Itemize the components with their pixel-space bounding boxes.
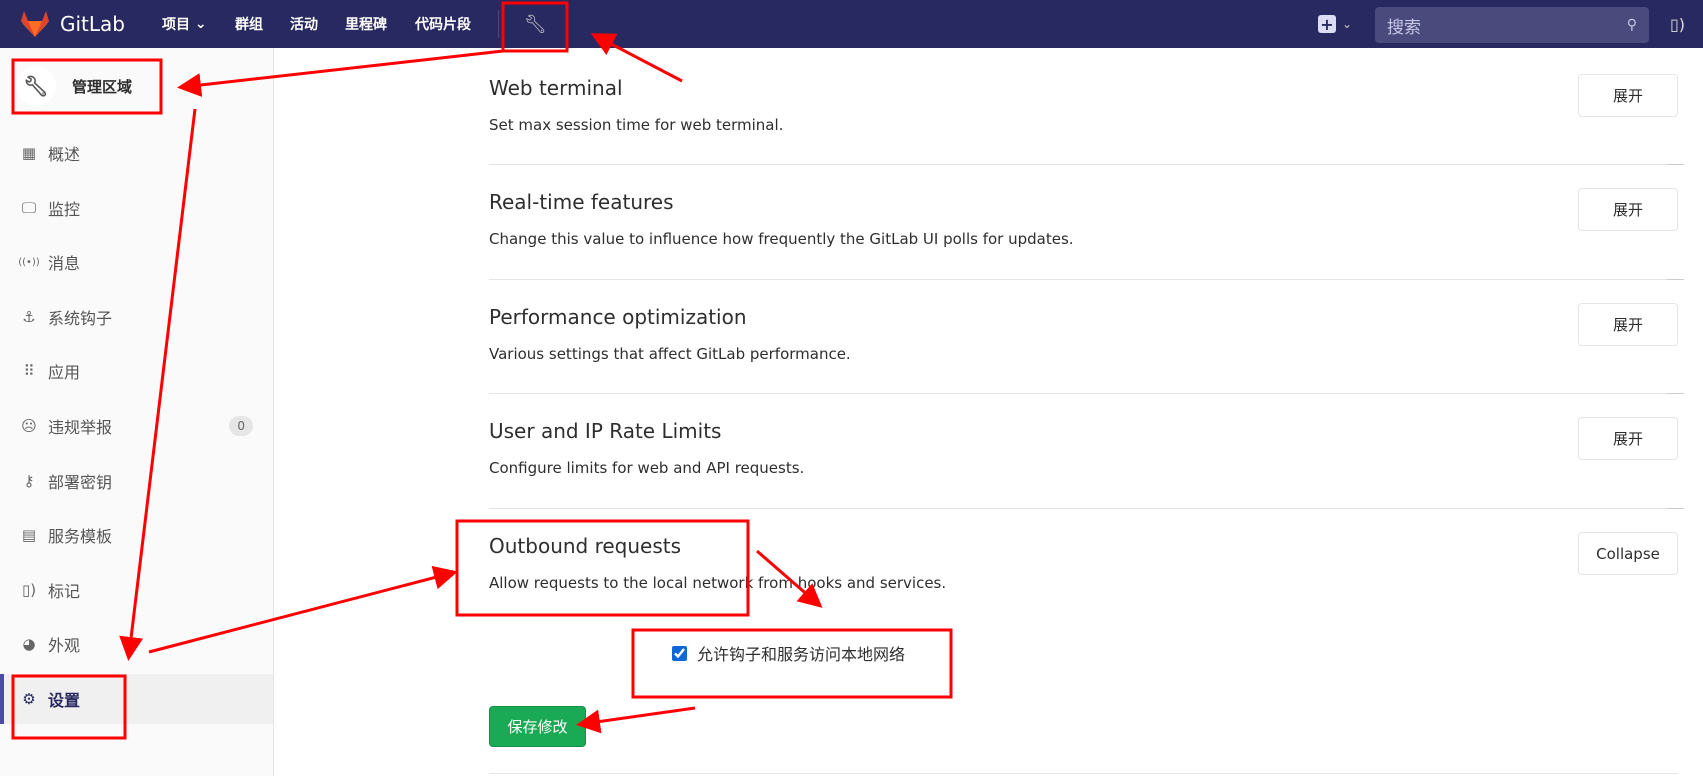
gitlab-logo-icon — [21, 11, 49, 37]
divider — [1667, 508, 1684, 509]
appearance-icon: ◕ — [22, 635, 36, 654]
sidebar-item-label: 部署密钥 — [48, 472, 113, 492]
labels-icon: ▯) — [21, 580, 37, 599]
section-title: Real-time features — [489, 190, 674, 214]
section-description: Allow requests to the local network from… — [489, 574, 947, 592]
sidebar-item-label: 服务模板 — [48, 527, 113, 547]
nav-projects[interactable]: 项目 ⌄ — [162, 0, 207, 48]
sidebar-item[interactable]: ☹ 违规举报 0 — [0, 401, 273, 451]
nav-activity[interactable]: 活动 — [290, 0, 318, 48]
section-title: User and IP Rate Limits — [489, 419, 722, 443]
sidebar-item[interactable]: ▦ 概述 — [0, 128, 273, 178]
sidebar-item-label: 外观 — [48, 636, 81, 656]
search-input[interactable]: 搜索 ⚲ — [1375, 7, 1649, 43]
nav-snippets[interactable]: 代码片段 — [415, 0, 471, 48]
broadcast-icon: ((•)) — [18, 256, 40, 268]
chevron-down-icon: ⌄ — [194, 16, 207, 32]
hook-icon: ⚓︎ — [22, 307, 36, 326]
merge-requests-icon[interactable]: ▯) — [1670, 0, 1685, 48]
new-dropdown-button[interactable]: + ⌄ — [1318, 0, 1352, 48]
sidebar-item[interactable]: ▤ 服务模板 — [0, 510, 273, 560]
divider — [489, 393, 1678, 394]
section-description: Change this value to influence how frequ… — [489, 230, 1074, 248]
divider — [489, 773, 1678, 774]
divider — [489, 508, 1678, 509]
expand-button[interactable]: 展开 — [1578, 417, 1678, 460]
gitlab-home-link[interactable]: GitLab — [20, 0, 125, 48]
expand-button[interactable]: 展开 — [1578, 74, 1678, 117]
search-icon: ⚲ — [1626, 17, 1637, 33]
top-navbar: GitLab 项目 ⌄ 群组 活动 里程碑 代码片段 🔧︎ + ⌄ 搜索 ⚲ ▯… — [0, 0, 1703, 48]
section-title: Performance optimization — [489, 305, 747, 329]
sidebar-item[interactable]: ⚷ 部署密钥 — [0, 456, 273, 506]
plus-square-icon: + — [1318, 15, 1336, 34]
collapse-button[interactable]: Collapse — [1578, 532, 1678, 575]
wrench-icon: 🔧︎ — [16, 66, 56, 106]
gear-icon: ⚙ — [22, 690, 36, 708]
divider — [1667, 164, 1684, 165]
sidebar-item[interactable]: ⚓︎ 系统钩子 — [0, 292, 273, 342]
sidebar-item-label: 概述 — [48, 145, 81, 164]
divider — [1667, 279, 1684, 280]
save-changes-button[interactable]: 保存修改 — [489, 706, 586, 747]
sidebar-item-label: 应用 — [48, 363, 81, 383]
expand-button[interactable]: 展开 — [1578, 303, 1678, 346]
section-title: Web terminal — [489, 76, 623, 100]
checkbox[interactable] — [672, 645, 687, 661]
nav-milestones[interactable]: 里程碑 — [345, 0, 387, 48]
sidebar-item[interactable]: 🖵︎ 监控 — [0, 183, 273, 233]
annotation-arrow — [576, 706, 696, 734]
chevron-down-icon: ⌄ — [1342, 17, 1353, 31]
apps-icon: ⠿ — [23, 362, 35, 381]
expand-button[interactable]: 展开 — [1578, 188, 1678, 231]
key-icon: ⚷ — [23, 471, 35, 490]
admin-area-header[interactable]: 🔧︎ 管理区域 — [16, 66, 132, 106]
sidebar-item-label: 违规举报 — [48, 418, 113, 437]
sidebar-item-label: 标记 — [48, 581, 81, 601]
sidebar-item-label: 消息 — [48, 254, 81, 274]
sidebar-item[interactable]: ◕ 外观 — [0, 619, 273, 669]
monitor-icon: 🖵︎ — [21, 198, 37, 217]
section-description: Configure limits for web and API request… — [489, 459, 805, 477]
sidebar-item-label: 监控 — [48, 199, 81, 219]
section-title: Outbound requests — [489, 534, 682, 558]
divider — [489, 279, 1678, 280]
section-description: Set max session time for web terminal. — [489, 116, 784, 134]
nav-groups[interactable]: 群组 — [235, 0, 263, 48]
admin-wrench-icon[interactable]: 🔧︎ — [524, 0, 547, 48]
count-badge: 0 — [229, 416, 253, 436]
section-description: Various settings that affect GitLab perf… — [489, 345, 851, 363]
sidebar-item[interactable]: ⠿ 应用 — [0, 346, 273, 396]
sidebar-item[interactable]: ((•)) 消息 — [0, 237, 273, 287]
sidebar-item-label: 系统钩子 — [48, 308, 113, 328]
sidebar-item[interactable]: ▯) 标记 — [0, 565, 273, 615]
nav-divider — [498, 10, 499, 38]
abuse-icon: ☹ — [21, 417, 37, 435]
divider — [489, 164, 1678, 165]
sidebar-item[interactable]: ⚙ 设置 — [0, 674, 273, 724]
sidebar-item-label: 设置 — [48, 691, 81, 710]
admin-sidebar: 🔧︎ 管理区域 ▦ 概述 🖵︎ 监控 ((•)) 消息 ⚓︎ 系统钩子 ⠿ 应用 ☹ 违规举报 0 ⚷ 部署… — [0, 48, 274, 776]
brand-name: GitLab — [60, 12, 125, 36]
overview-icon: ▦ — [21, 144, 37, 162]
allow-local-requests-checkbox[interactable]: 允许钩子和服务访问本地网络 — [672, 641, 905, 665]
template-icon: ▤ — [21, 526, 37, 545]
divider — [1667, 393, 1684, 394]
